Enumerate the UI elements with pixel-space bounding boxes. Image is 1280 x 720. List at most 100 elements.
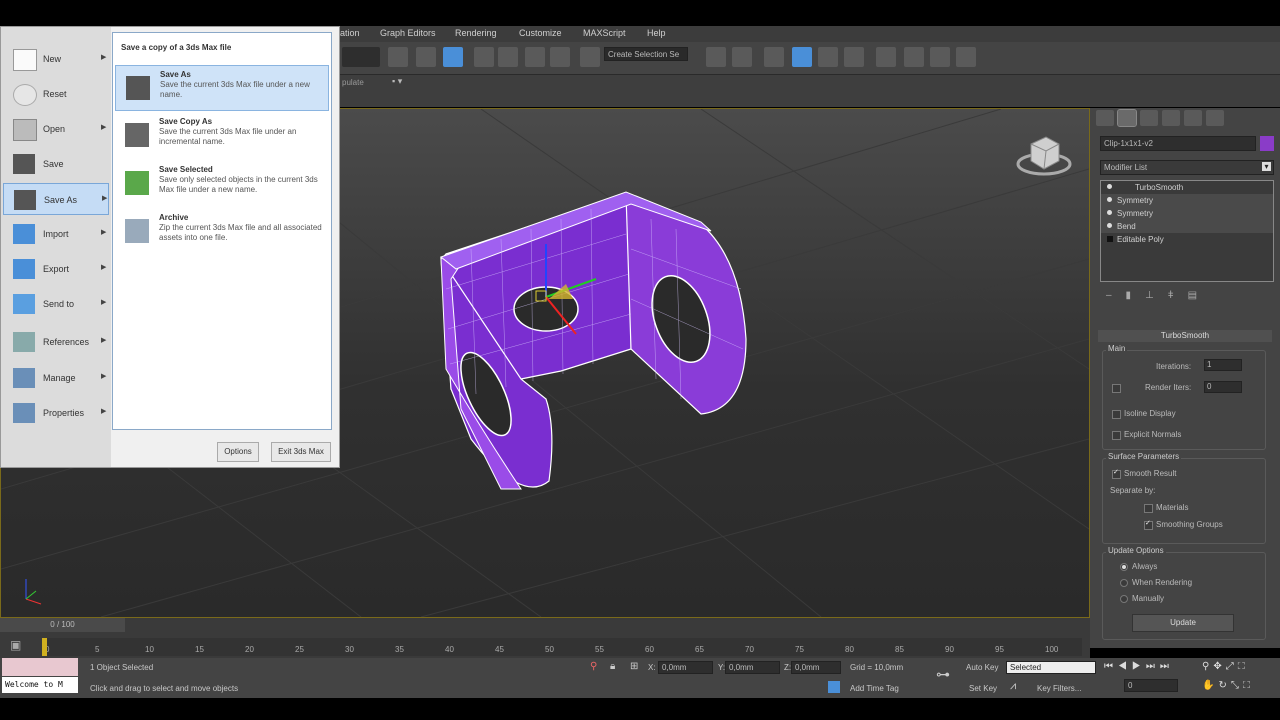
clip-mesh[interactable] — [439, 191, 747, 490]
save-as-option[interactable]: Save As Save the current 3ds Max file un… — [115, 65, 329, 111]
archive-option[interactable]: Archive Zip the current 3ds Max file and… — [115, 209, 329, 255]
y-coordinate-field[interactable]: 0,0mm — [725, 661, 780, 674]
stack-item-turbosmooth[interactable]: TurboSmooth — [1101, 181, 1273, 194]
references-menu-item[interactable]: References ▶ — [3, 326, 109, 358]
stack-item-symmetry[interactable]: Symmetry — [1101, 194, 1273, 207]
maxscript-listener-field[interactable]: Welcome to M — [2, 677, 78, 693]
menu-maxscript[interactable]: MAXScript — [583, 28, 626, 38]
save-copy-as-option[interactable]: Save Copy As Save the current 3ds Max fi… — [115, 113, 329, 159]
isoline-display-checkbox[interactable] — [1112, 410, 1121, 419]
menu-graph-editors[interactable]: Graph Editors — [380, 28, 436, 38]
explicit-normals-checkbox[interactable] — [1112, 431, 1121, 440]
select-and-move-icon[interactable] — [443, 47, 463, 67]
manage-menu-item[interactable]: Manage ▶ — [3, 362, 109, 394]
smoothing-groups-checkbox[interactable] — [1144, 519, 1153, 530]
edit-named-selection-icon[interactable] — [580, 47, 600, 67]
materials-checkbox[interactable] — [1144, 504, 1153, 513]
maxscript-listener-top[interactable] — [2, 658, 78, 676]
align-icon[interactable] — [732, 47, 752, 67]
options-button[interactable]: Options — [217, 442, 259, 462]
reset-menu-item[interactable]: Reset — [3, 78, 109, 110]
current-frame-field[interactable]: 0 — [1124, 679, 1178, 692]
time-tag-icon[interactable] — [828, 681, 840, 693]
menu-help[interactable]: Help — [647, 28, 666, 38]
key-icon[interactable]: ⊶ — [936, 666, 950, 683]
stack-item-editable-poly[interactable]: Editable Poly — [1101, 233, 1273, 246]
set-key-button[interactable]: Set Key — [969, 684, 997, 693]
move-icon[interactable] — [416, 47, 436, 67]
schematic-view-icon[interactable] — [844, 47, 864, 67]
object-color-swatch[interactable] — [1260, 136, 1274, 151]
render-setup-icon[interactable] — [904, 47, 924, 67]
isolate-icon[interactable]: ⚲ — [590, 661, 597, 672]
menu-customize[interactable]: Customize — [519, 28, 562, 38]
absolute-mode-icon[interactable]: ⊞ — [630, 661, 638, 672]
z-coordinate-field[interactable]: 0,0mm — [791, 661, 841, 674]
spinner-snap-icon[interactable] — [550, 47, 570, 67]
named-selection-set-field[interactable]: Create Selection Se — [604, 47, 688, 61]
key-filters-button[interactable]: Key Filters... — [1037, 684, 1081, 693]
viewport-navigation-controls[interactable]: ⚲✥⤢⛶ — [1202, 661, 1249, 672]
update-button[interactable]: Update — [1132, 614, 1234, 632]
stack-item-bend[interactable]: Bend — [1101, 220, 1273, 233]
graphite-tools-icon[interactable] — [792, 47, 812, 67]
timeline-tick-label: 20 — [245, 645, 254, 654]
export-menu-item[interactable]: Export ▶ — [3, 253, 109, 285]
snap-icon[interactable] — [474, 47, 494, 67]
properties-menu-item[interactable]: Properties ▶ — [3, 397, 109, 429]
viewport-navigation-controls-2[interactable]: ✋↻⤡⛶ — [1202, 680, 1254, 691]
modifier-list-dropdown[interactable]: Modifier List ▾ — [1100, 160, 1274, 175]
object-name-field[interactable]: Clip-1x1x1-v2 — [1100, 136, 1256, 151]
command-panel: Clip-1x1x1-v2 Modifier List ▾ TurboSmoot… — [1090, 108, 1280, 648]
percent-snap-icon[interactable] — [525, 47, 545, 67]
render-production-icon[interactable] — [956, 47, 976, 67]
utilities-tab-icon[interactable] — [1206, 110, 1224, 126]
stack-controls[interactable]: –▮⊥ǂ▤ — [1106, 290, 1256, 304]
time-slider[interactable]: 0 / 100 — [0, 618, 125, 632]
add-time-tag[interactable]: Add Time Tag — [850, 684, 899, 693]
select-object-icon[interactable] — [388, 47, 408, 67]
hierarchy-tab-icon[interactable] — [1140, 110, 1158, 126]
selection-filter-dropdown[interactable] — [342, 47, 380, 67]
manually-radio[interactable] — [1120, 595, 1128, 603]
menu-rendering[interactable]: Rendering — [455, 28, 497, 38]
exit-button[interactable]: Exit 3ds Max — [271, 442, 331, 462]
key-tangent-icon[interactable]: ⩘ — [1010, 680, 1016, 693]
track-bar[interactable]: 0 5 10 15 20 25 30 35 40 45 50 55 60 65 70 75 80 85 90 95 10… — [42, 638, 1082, 656]
angle-snap-icon[interactable] — [498, 47, 518, 67]
open-menu-item[interactable]: Open ▶ — [3, 113, 109, 145]
modify-tab-icon[interactable] — [1117, 109, 1137, 127]
lock-selection-icon[interactable]: 🔒︎ — [610, 661, 615, 672]
stack-item-symmetry[interactable]: Symmetry — [1101, 207, 1273, 220]
view-cube-icon[interactable] — [1016, 136, 1072, 176]
render-iters-spinner[interactable]: 0 — [1204, 381, 1242, 393]
save-menu-item[interactable]: Save — [3, 148, 109, 180]
open-mini-curve-editor-icon[interactable]: ▣ — [10, 638, 21, 652]
send-to-menu-item[interactable]: Send to ▶ — [3, 288, 109, 320]
smooth-result-checkbox[interactable] — [1112, 468, 1121, 479]
ribbon-toggle-icon[interactable]: ▪ ▾ — [392, 76, 402, 87]
motion-tab-icon[interactable] — [1162, 110, 1180, 126]
when-rendering-radio[interactable] — [1120, 579, 1128, 587]
rendered-frame-window-icon[interactable] — [930, 47, 950, 67]
key-mode-dropdown[interactable]: Selected — [1006, 661, 1096, 674]
mirror-icon[interactable] — [706, 47, 726, 67]
layer-manager-icon[interactable] — [764, 47, 784, 67]
import-menu-item[interactable]: Import ▶ — [3, 218, 109, 250]
always-radio[interactable] — [1120, 563, 1128, 571]
iterations-spinner[interactable]: 1 — [1204, 359, 1242, 371]
save-selected-option[interactable]: Save Selected Save only selected objects… — [115, 161, 329, 207]
x-coordinate-field[interactable]: 0,0mm — [658, 661, 713, 674]
turbosmooth-rollout-title[interactable]: TurboSmooth — [1098, 330, 1272, 342]
material-editor-icon[interactable] — [876, 47, 896, 67]
curve-editor-icon[interactable] — [818, 47, 838, 67]
playback-controls[interactable]: ⏮◀▶⏭⏭ — [1104, 661, 1174, 672]
display-tab-icon[interactable] — [1184, 110, 1202, 126]
new-menu-item[interactable]: New ▶ — [3, 43, 109, 75]
save-as-menu-item[interactable]: Save As ▶ — [3, 183, 109, 215]
render-iters-checkbox[interactable] — [1112, 384, 1121, 393]
menu-animation[interactable]: ation — [340, 28, 360, 38]
create-tab-icon[interactable] — [1096, 110, 1114, 126]
auto-key-button[interactable]: Auto Key — [966, 663, 998, 672]
ribbon-tab-populate[interactable]: pulate — [342, 78, 364, 87]
